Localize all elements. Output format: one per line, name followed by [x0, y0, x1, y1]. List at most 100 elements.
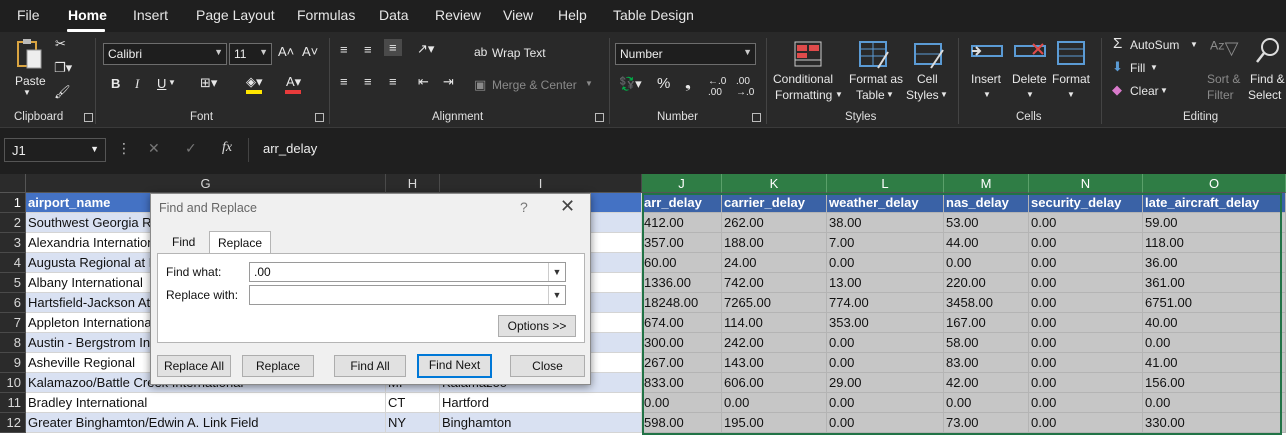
cell-j11[interactable]: 0.00 [642, 393, 722, 413]
cell-i11[interactable]: Hartford [440, 393, 642, 413]
help-icon[interactable]: ? [520, 199, 528, 215]
column-header-m[interactable]: M [944, 174, 1029, 193]
menu-formulas[interactable]: Formulas [297, 7, 355, 23]
cell-o3[interactable]: 118.00 [1143, 233, 1286, 253]
cell-j10[interactable]: 833.00 [642, 373, 722, 393]
column-header-g[interactable]: G [26, 174, 386, 193]
cell-o5[interactable]: 361.00 [1143, 273, 1286, 293]
format-painter-icon[interactable]: 🖌 [54, 84, 71, 100]
clipboard-launcher-icon[interactable] [84, 113, 93, 122]
cell-l11[interactable]: 0.00 [827, 393, 944, 413]
paste-button[interactable]: Paste ▼ [12, 36, 48, 102]
find-what-input[interactable]: .00 ▼ [249, 262, 566, 282]
formula-input[interactable]: arr_delay [248, 138, 1282, 162]
cell-n10[interactable]: 0.00 [1029, 373, 1143, 393]
cell-o1[interactable]: late_aircraft_delay [1143, 193, 1286, 213]
menu-insert[interactable]: Insert [133, 7, 168, 23]
cell-j1[interactable]: arr_delay [642, 193, 722, 213]
cell-j8[interactable]: 300.00 [642, 333, 722, 353]
options-button[interactable]: Options >> [498, 315, 576, 337]
cell-k1[interactable]: carrier_delay [722, 193, 827, 213]
cell-m11[interactable]: 0.00 [944, 393, 1029, 413]
chevron-down-icon[interactable]: ▼ [168, 78, 176, 87]
cell-o9[interactable]: 41.00 [1143, 353, 1286, 373]
conditional-formatting-button[interactable]: Conditional Formatting ▼ [773, 38, 843, 108]
cell-l1[interactable]: weather_delay [827, 193, 944, 213]
replace-all-button[interactable]: Replace All [157, 355, 231, 377]
column-header-n[interactable]: N [1029, 174, 1143, 193]
cell-h12[interactable]: NY [386, 413, 440, 433]
cell-n9[interactable]: 0.00 [1029, 353, 1143, 373]
cell-k3[interactable]: 188.00 [722, 233, 827, 253]
find-select-button[interactable]: Find & Select [1246, 36, 1286, 106]
cell-l2[interactable]: 38.00 [827, 213, 944, 233]
cell-n2[interactable]: 0.00 [1029, 213, 1143, 233]
cut-icon[interactable]: ✂ [55, 36, 66, 52]
font-size-select[interactable]: 11 ▼ [229, 43, 272, 65]
cancel-icon[interactable]: ✕ [148, 140, 160, 157]
italic-button[interactable]: I [135, 76, 139, 92]
cell-j3[interactable]: 357.00 [642, 233, 722, 253]
font-color-icon[interactable]: A▾ [286, 74, 301, 90]
cell-m6[interactable]: 3458.00 [944, 293, 1029, 313]
cell-j2[interactable]: 412.00 [642, 213, 722, 233]
decrease-indent-icon[interactable]: ⇤ [418, 74, 429, 90]
column-header-h[interactable]: H [386, 174, 440, 193]
cell-k7[interactable]: 114.00 [722, 313, 827, 333]
cell-m5[interactable]: 220.00 [944, 273, 1029, 293]
cell-l6[interactable]: 774.00 [827, 293, 944, 313]
cell-m4[interactable]: 0.00 [944, 253, 1029, 273]
wrap-text-button[interactable]: Wrap Text [492, 46, 546, 60]
insert-cells-button[interactable]: Insert ▼ [968, 38, 1008, 108]
cell-o8[interactable]: 0.00 [1143, 333, 1286, 353]
menu-view[interactable]: View [503, 7, 533, 23]
cell-k11[interactable]: 0.00 [722, 393, 827, 413]
row-header-11[interactable]: 11 [0, 393, 26, 413]
row-header-1[interactable]: 1 [0, 193, 26, 213]
row-header-4[interactable]: 4 [0, 253, 26, 273]
row-header-12[interactable]: 12 [0, 413, 26, 433]
column-header-k[interactable]: K [722, 174, 827, 193]
cell-k9[interactable]: 143.00 [722, 353, 827, 373]
autosum-button[interactable]: AutoSum [1130, 38, 1179, 52]
menu-table-design[interactable]: Table Design [613, 7, 694, 23]
alignment-launcher-icon[interactable] [595, 113, 604, 122]
cell-k4[interactable]: 24.00 [722, 253, 827, 273]
cell-o2[interactable]: 59.00 [1143, 213, 1286, 233]
align-bottom-icon[interactable]: ≡ [384, 39, 402, 56]
more-options-icon[interactable]: ⋮ [117, 140, 131, 157]
cell-k10[interactable]: 606.00 [722, 373, 827, 393]
cell-n1[interactable]: security_delay [1029, 193, 1143, 213]
menu-help[interactable]: Help [558, 7, 587, 23]
align-center-icon[interactable]: ≡ [364, 74, 372, 89]
cell-n4[interactable]: 0.00 [1029, 253, 1143, 273]
row-header-7[interactable]: 7 [0, 313, 26, 333]
cell-l4[interactable]: 0.00 [827, 253, 944, 273]
name-box[interactable]: J1 ▼ [4, 138, 106, 162]
cell-g12[interactable]: Greater Binghamton/Edwin A. Link Field [26, 413, 386, 433]
sort-filter-button[interactable]: ᴬᶻ▽ Sort & Filter [1204, 36, 1244, 106]
cell-j12[interactable]: 598.00 [642, 413, 722, 433]
close-button[interactable]: Close [510, 355, 585, 377]
cell-l10[interactable]: 29.00 [827, 373, 944, 393]
number-format-select[interactable]: Number ▼ [615, 43, 756, 65]
column-header-j[interactable]: J [642, 174, 722, 193]
cell-k8[interactable]: 242.00 [722, 333, 827, 353]
align-right-icon[interactable]: ≡ [389, 74, 397, 89]
cell-k12[interactable]: 195.00 [722, 413, 827, 433]
cell-l5[interactable]: 13.00 [827, 273, 944, 293]
cell-n5[interactable]: 0.00 [1029, 273, 1143, 293]
row-header-6[interactable]: 6 [0, 293, 26, 313]
close-icon[interactable]: ✕ [560, 196, 575, 217]
cell-m9[interactable]: 83.00 [944, 353, 1029, 373]
decrease-decimal-icon[interactable]: .00 →.0 [736, 76, 754, 98]
align-left-icon[interactable]: ≡ [340, 74, 348, 89]
tab-replace[interactable]: Replace [209, 231, 272, 254]
column-header-l[interactable]: L [827, 174, 944, 193]
column-header-i[interactable]: I [440, 174, 642, 193]
row-header-9[interactable]: 9 [0, 353, 26, 373]
cell-j9[interactable]: 267.00 [642, 353, 722, 373]
orientation-icon[interactable]: ↗▾ [417, 41, 434, 57]
cell-n8[interactable]: 0.00 [1029, 333, 1143, 353]
cell-k2[interactable]: 262.00 [722, 213, 827, 233]
